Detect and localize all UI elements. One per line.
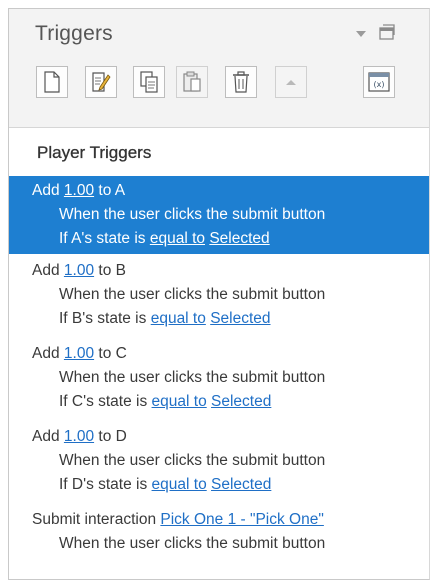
trigger-condition-operator-link[interactable]: equal to [151,310,206,327]
trigger-condition-value-link[interactable]: Selected [209,230,269,247]
trigger-item-a[interactable]: Add 1.00 to A When the user clicks the s… [9,176,429,254]
trigger-item-b[interactable]: Add 1.00 to B When the user clicks the s… [9,259,429,331]
trigger-item-d[interactable]: Add 1.00 to D When the user clicks the s… [9,425,429,497]
trigger-target: D [115,428,127,445]
paste-trigger-button[interactable] [176,66,208,98]
trigger-target: A [114,182,126,199]
trigger-condition-value-link[interactable]: Selected [210,310,270,327]
trigger-condition-operator-link[interactable]: equal to [152,393,207,410]
edit-pencil-icon [91,71,111,93]
trigger-target-prefix: to [98,345,112,362]
new-trigger-button[interactable] [36,66,68,98]
player-triggers-heading: Player Triggers [37,143,152,162]
trash-icon [232,71,250,93]
trigger-target-prefix: to [98,262,112,279]
trigger-action: Add [32,262,60,279]
trigger-condition-prefix: If B's state is [59,310,147,327]
trigger-interaction-link[interactable]: Pick One 1 - "Pick One" [160,511,323,528]
trigger-condition-prefix: If A's state is [59,230,146,247]
trigger-condition-value-link[interactable]: Selected [211,476,271,493]
trigger-target: C [115,345,127,362]
trigger-condition-prefix: If D's state is [59,476,148,493]
arrow-up-icon [284,77,298,87]
trigger-condition-prefix: If C's state is [59,393,148,410]
paste-icon [182,71,202,93]
trigger-condition-value-link[interactable]: Selected [211,393,271,410]
variables-icon: (x) [368,72,390,92]
trigger-value-link[interactable]: 1.00 [64,428,94,445]
copy-trigger-button[interactable] [133,66,165,98]
new-document-icon [43,71,61,93]
trigger-action: Add [32,345,60,362]
trigger-target-prefix: to [98,182,112,199]
trigger-when: When the user clicks the submit button [59,369,326,386]
trigger-value-link[interactable]: 1.00 [64,262,94,279]
panel-header: Triggers (x) [9,9,429,128]
trigger-item-c[interactable]: Add 1.00 to C When the user clicks the s… [9,342,429,414]
copy-icon [139,71,159,93]
collapse-arrow-icon[interactable] [355,26,367,37]
trigger-when: When the user clicks the submit button [59,452,326,469]
trigger-when: When the user clicks the submit button [59,206,326,223]
trigger-value-link[interactable]: 1.00 [64,345,94,362]
trigger-action: Submit interaction [32,511,157,528]
svg-text:(x): (x) [374,80,385,89]
trigger-target-prefix: to [98,428,112,445]
trigger-target: B [115,262,126,279]
trigger-condition-operator-link[interactable]: equal to [150,230,205,247]
edit-trigger-button[interactable] [85,66,117,98]
trigger-value-link[interactable]: 1.00 [64,182,94,199]
move-up-button[interactable] [275,66,307,98]
trigger-action: Add [32,182,60,199]
trigger-item-submit[interactable]: Submit interaction Pick One 1 - "Pick On… [9,508,429,556]
delete-trigger-button[interactable] [225,66,257,98]
trigger-condition-operator-link[interactable]: equal to [152,476,207,493]
trigger-when: When the user clicks the submit button [59,286,326,303]
triggers-panel: Triggers (x) Player Triggers Add 1.00 to… [8,8,430,580]
trigger-when: When the user clicks the submit button [59,535,326,552]
variables-button[interactable]: (x) [363,66,395,98]
panel-title: Triggers [35,22,113,45]
float-window-icon[interactable] [379,24,395,40]
trigger-action: Add [32,428,60,445]
